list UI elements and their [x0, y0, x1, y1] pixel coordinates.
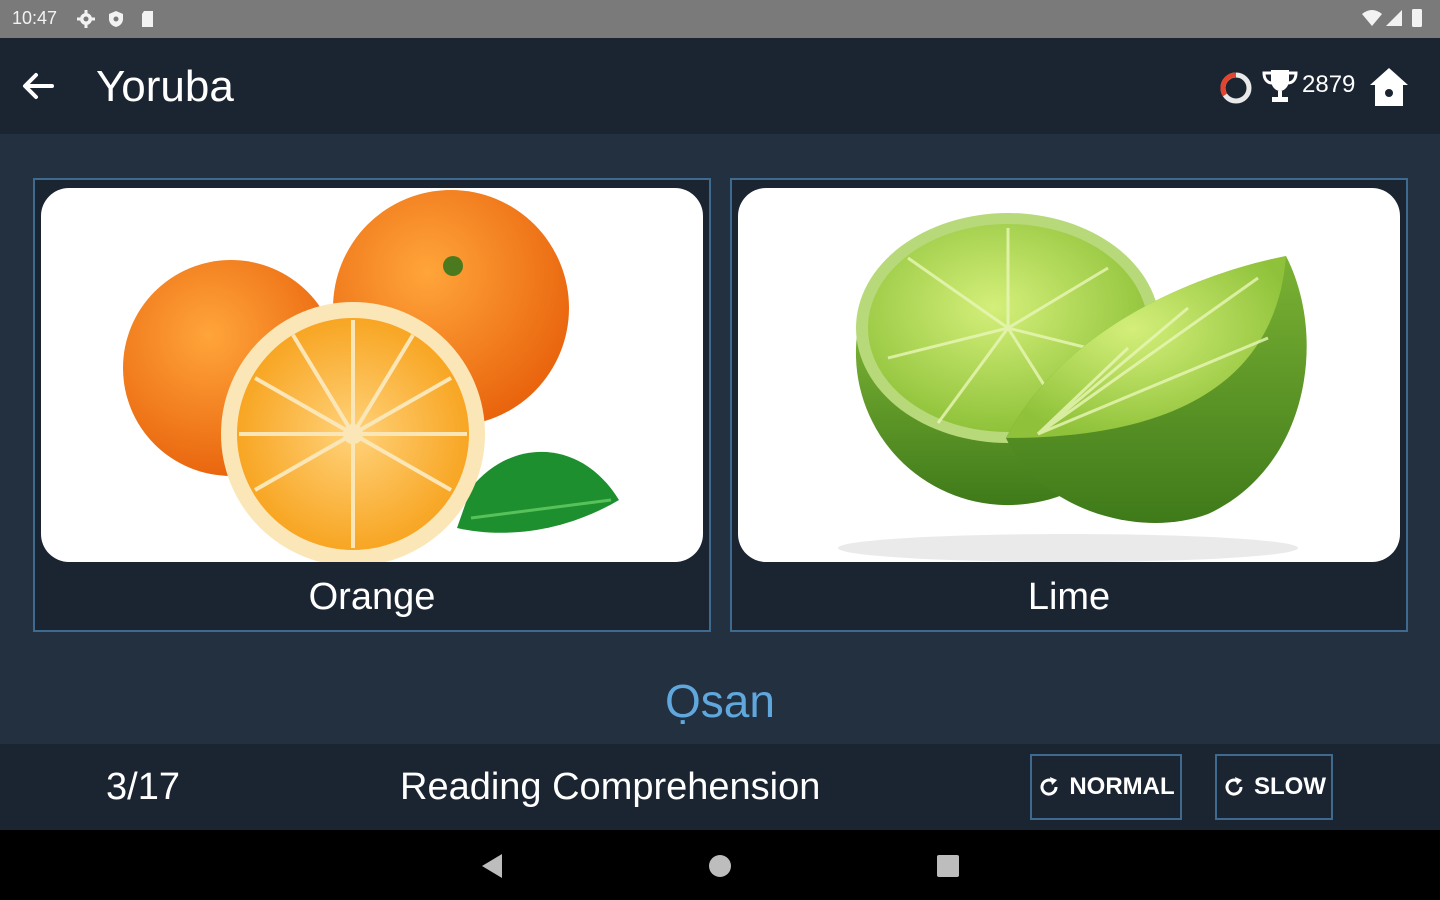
score-value: 2879	[1302, 71, 1356, 98]
exercise-mode: Reading Comprehension	[400, 766, 821, 808]
oranges-photo	[41, 188, 703, 562]
answer-card-orange[interactable]: Orange	[33, 178, 711, 632]
ring-icon	[1220, 72, 1252, 104]
card-label: Orange	[308, 576, 436, 618]
nav-home-icon[interactable]	[704, 850, 736, 882]
card-label: Lime	[1027, 576, 1111, 618]
bottom-bar: 3/17 Reading Comprehension NORMAL SLOW	[0, 744, 1440, 830]
replay-icon	[1040, 777, 1058, 796]
system-nav-bar	[0, 830, 1440, 900]
slow-label: SLOW	[1254, 773, 1326, 800]
wifi-icon	[1362, 10, 1382, 26]
back-arrow-icon[interactable]	[18, 66, 58, 106]
replay-icon	[1225, 777, 1243, 796]
nav-back-icon[interactable]	[476, 850, 508, 882]
prompt-word[interactable]: Ọsan	[0, 674, 1440, 728]
status-bar: 10:47	[0, 0, 1440, 38]
limes-photo	[738, 188, 1400, 562]
battery-icon	[1412, 9, 1422, 27]
settings-icon	[77, 10, 95, 28]
signal-icon	[1386, 10, 1402, 26]
home-icon[interactable]	[1366, 64, 1412, 110]
system-status-icons	[1362, 9, 1422, 27]
progress-counter: 3/17	[106, 766, 180, 808]
slow-speed-button[interactable]: SLOW	[1215, 754, 1333, 820]
shield-icon	[109, 11, 123, 27]
page-title: Yoruba	[96, 62, 234, 111]
app-bar: Yoruba 2879	[0, 38, 1440, 134]
normal-label: NORMAL	[1069, 773, 1175, 800]
answer-card-lime[interactable]: Lime	[730, 178, 1408, 632]
normal-speed-button[interactable]: NORMAL	[1030, 754, 1182, 820]
sd-card-icon	[142, 11, 153, 27]
trophy-icon	[1262, 70, 1298, 102]
nav-recents-icon[interactable]	[932, 850, 964, 882]
main-area: Orange Lime Ọsan	[0, 134, 1440, 744]
status-time: 10:47	[12, 8, 58, 28]
